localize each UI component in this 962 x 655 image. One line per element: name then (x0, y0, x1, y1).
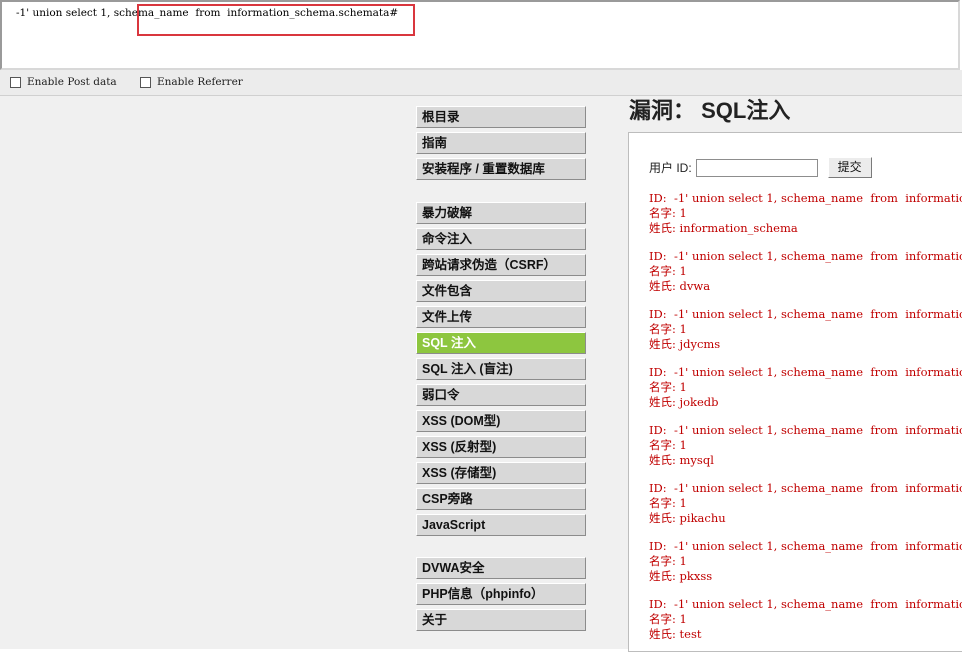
result-first-name-line: 名字: 1 (649, 322, 687, 336)
menu-item-about[interactable]: 关于 (416, 609, 586, 631)
menu-item-xss-dom[interactable]: XSS (DOM型) (416, 410, 586, 432)
menu-item-dvwa-security[interactable]: DVWA安全 (416, 557, 586, 579)
menu-item-javascript[interactable]: JavaScript (416, 514, 586, 536)
menu-item-phpinfo[interactable]: PHP信息（phpinfo） (416, 583, 586, 605)
menu-item-sql-injection[interactable]: SQL 注入 (416, 332, 586, 354)
result-item: ID: -1' union select 1, schema_name from… (649, 307, 962, 352)
result-surname-line: 姓氏: test (649, 627, 702, 641)
page-title: 漏洞： SQL注入 (629, 98, 791, 123)
result-first-name-line: 名字: 1 (649, 380, 687, 394)
query-results: ID: -1' union select 1, schema_name from… (649, 191, 962, 655)
result-id-line: ID: -1' union select 1, schema_name from… (649, 597, 962, 611)
enable-post-data-label: Enable Post data (27, 76, 117, 88)
result-item: ID: -1' union select 1, schema_name from… (649, 423, 962, 468)
user-id-form: 用户 ID: 提交 (649, 157, 872, 178)
enable-referrer-label: Enable Referrer (157, 76, 243, 88)
result-item: ID: -1' union select 1, schema_name from… (649, 249, 962, 294)
result-surname-line: 姓氏: information_schema (649, 221, 798, 235)
result-item: ID: -1' union select 1, schema_name from… (649, 191, 962, 236)
enable-post-data-checkbox[interactable] (10, 76, 21, 88)
submit-button[interactable]: 提交 (827, 157, 872, 178)
menu-item-csp-bypass[interactable]: CSP旁路 (416, 488, 586, 510)
payload-textarea[interactable]: -1' union select 1, schema_name from inf… (0, 0, 960, 70)
result-first-name-line: 名字: 1 (649, 612, 687, 626)
menu-item-sql-injection-blind[interactable]: SQL 注入 (盲注) (416, 358, 586, 380)
menu-item-file-inclusion[interactable]: 文件包含 (416, 280, 586, 302)
result-id-line: ID: -1' union select 1, schema_name from… (649, 481, 962, 495)
result-surname-line: 姓氏: pkxss (649, 569, 713, 583)
options-bar: Enable Post data Enable Referrer (0, 70, 962, 96)
enable-post-data-option[interactable]: Enable Post data (10, 76, 117, 88)
result-first-name-line: 名字: 1 (649, 438, 687, 452)
menu-item-instructions[interactable]: 指南 (416, 132, 586, 154)
result-surname-line: 姓氏: mysql (649, 453, 714, 467)
result-id-line: ID: -1' union select 1, schema_name from… (649, 365, 962, 379)
result-id-line: ID: -1' union select 1, schema_name from… (649, 307, 962, 321)
result-item: ID: -1' union select 1, schema_name from… (649, 597, 962, 642)
highlight-annotation-box (137, 4, 415, 36)
result-id-line: ID: -1' union select 1, schema_name from… (649, 539, 962, 553)
user-id-label: 用户 ID: (649, 161, 692, 175)
menu-item-home[interactable]: 根目录 (416, 106, 586, 128)
menu-item-command-injection[interactable]: 命令注入 (416, 228, 586, 250)
result-id-line: ID: -1' union select 1, schema_name from… (649, 423, 962, 437)
result-surname-line: 姓氏: dvwa (649, 279, 711, 293)
result-surname-line: 姓氏: jokedb (649, 395, 719, 409)
result-first-name-line: 名字: 1 (649, 206, 687, 220)
result-id-line: ID: -1' union select 1, schema_name from… (649, 249, 962, 263)
result-first-name-line: 名字: 1 (649, 264, 687, 278)
enable-referrer-checkbox[interactable] (140, 76, 151, 88)
enable-referrer-option[interactable]: Enable Referrer (140, 76, 243, 88)
result-first-name-line: 名字: 1 (649, 496, 687, 510)
result-surname-line: 姓氏: pikachu (649, 511, 726, 525)
menu-item-setup[interactable]: 安装程序 / 重置数据库 (416, 158, 586, 180)
menu-item-xss-reflected[interactable]: XSS (反射型) (416, 436, 586, 458)
payload-prefix: -1' union select 1, (16, 7, 114, 19)
result-item: ID: -1' union select 1, schema_name from… (649, 539, 962, 584)
result-first-name-line: 名字: 1 (649, 554, 687, 568)
menu-item-brute-force[interactable]: 暴力破解 (416, 202, 586, 224)
user-id-input[interactable] (695, 158, 818, 177)
menu-item-file-upload[interactable]: 文件上传 (416, 306, 586, 328)
result-item: ID: -1' union select 1, schema_name from… (649, 365, 962, 410)
menu-item-csrf[interactable]: 跨站请求伪造（CSRF） (416, 254, 586, 276)
menu-item-weak-password[interactable]: 弱口令 (416, 384, 586, 406)
result-item: ID: -1' union select 1, schema_name from… (649, 481, 962, 526)
result-surname-line: 姓氏: jdycms (649, 337, 721, 351)
result-id-line: ID: -1' union select 1, schema_name from… (649, 191, 962, 205)
menu-item-xss-stored[interactable]: XSS (存储型) (416, 462, 586, 484)
